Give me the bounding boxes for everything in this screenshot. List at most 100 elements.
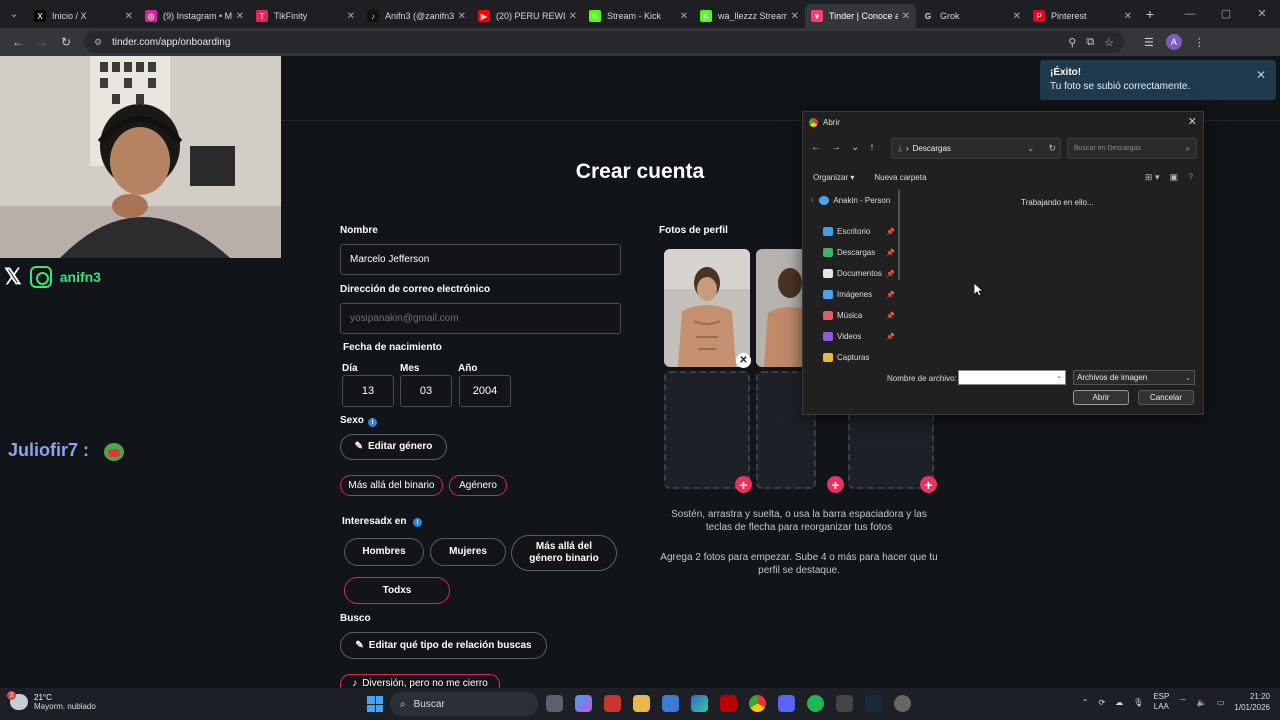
quick-access-item[interactable]: Documentos 📌 <box>807 263 899 284</box>
tab-close-icon[interactable]: ✕ <box>902 11 910 22</box>
gender-tag-nonbinary[interactable]: Más allá del binario <box>340 475 443 496</box>
edit-relationship-button[interactable]: ✎ Editar qué tipo de relación buscas <box>340 632 547 659</box>
quick-access-item[interactable]: Música 📌 <box>807 305 899 326</box>
tab-close-icon[interactable]: ✕ <box>1013 11 1021 22</box>
add-photo-icon[interactable]: + <box>735 476 752 493</box>
weather-widget[interactable]: 3 21°C Mayorm. nublado <box>7 691 96 711</box>
sex-info-icon[interactable]: i <box>368 418 377 427</box>
name-input[interactable]: Marcelo Jefferson <box>340 244 621 275</box>
dialog-close-icon[interactable]: ✕ <box>1188 115 1197 128</box>
dialog-path-bar[interactable]: ⤓ › Descargas ⌄ ↻ <box>891 138 1061 159</box>
menu-kebab-icon[interactable]: ⋮ <box>1194 36 1205 49</box>
dialog-search-input[interactable]: Buscar en Descargas ⌕ <box>1067 138 1197 159</box>
add-photo-icon[interactable]: + <box>827 476 844 493</box>
chrome-taskbar-icon[interactable] <box>749 695 766 712</box>
spotify-icon[interactable] <box>807 695 824 712</box>
preview-pane-icon[interactable]: ▣ <box>1169 172 1178 183</box>
tray-chevron-icon[interactable]: ⌃ <box>1082 698 1089 707</box>
filename-dropdown-icon[interactable]: ⌄ <box>1056 372 1062 380</box>
help-icon[interactable]: ? <box>1188 172 1193 183</box>
browser-tab[interactable]: G Grok ✕ <box>916 4 1027 28</box>
bookmark-star-icon[interactable]: ☆ <box>1104 36 1114 49</box>
settings-icon[interactable] <box>894 695 911 712</box>
tab-close-icon[interactable]: ✕ <box>236 11 244 22</box>
quick-access-item[interactable]: Escritorio 📌 <box>807 221 899 242</box>
language-indicator[interactable]: ESP LAA <box>1153 692 1169 712</box>
app-red-icon[interactable] <box>604 695 621 712</box>
toast-close-icon[interactable]: ✕ <box>1256 68 1266 82</box>
cancel-button[interactable]: Cancelar <box>1138 390 1194 405</box>
profile-avatar[interactable]: A <box>1165 34 1182 50</box>
maximize-icon[interactable]: ▢ <box>1208 0 1244 28</box>
app-gray-icon[interactable] <box>836 695 853 712</box>
browser-tab[interactable]: X Inicio / X ✕ <box>28 4 139 28</box>
taskbar-search[interactable]: ⌕ Buscar <box>390 692 538 716</box>
view-options-icon[interactable]: ⊞ ▾ <box>1145 172 1160 183</box>
interest-info-icon[interactable]: i <box>413 518 422 527</box>
network-icon[interactable]: ⟳ <box>1098 698 1105 707</box>
steam-icon[interactable] <box>865 695 882 712</box>
quick-access-item[interactable]: Descargas 📌 <box>807 242 899 263</box>
cloud-sync-icon[interactable]: ☁ <box>1115 698 1123 707</box>
new-tab-button[interactable]: + <box>1138 6 1162 22</box>
browser-tab[interactable]: ♪ Anifn3 (@zanifn3 ✕ <box>361 4 472 28</box>
reload-icon[interactable]: ↻ <box>54 35 78 49</box>
path-refresh-icon[interactable]: ↻ <box>1048 143 1056 154</box>
month-input[interactable]: 03 <box>400 375 452 407</box>
dialog-back-icon[interactable]: ← <box>811 142 821 153</box>
email-input[interactable]: yosipanakin@gmail.com <box>340 303 621 334</box>
tab-search-icon[interactable]: ⌄ <box>0 0 28 28</box>
open-button[interactable]: Abrir <box>1073 390 1129 405</box>
tab-close-icon[interactable]: ✕ <box>347 11 355 22</box>
gender-tag-agender[interactable]: Agénero <box>449 475 507 496</box>
dialog-forward-icon[interactable]: → <box>831 142 841 153</box>
tab-close-icon[interactable]: ✕ <box>1124 11 1132 22</box>
browser-tab[interactable]: Kwa_llezzz Stream ✕ <box>694 4 805 28</box>
day-input[interactable]: 13 <box>342 375 394 407</box>
photo-slot-4[interactable] <box>664 371 750 489</box>
interest-men[interactable]: Hombres <box>344 538 424 566</box>
file-explorer-icon[interactable] <box>633 695 650 712</box>
battery-icon[interactable]: ▭ <box>1217 698 1225 707</box>
forward-icon[interactable]: → <box>30 35 54 49</box>
interest-everyone[interactable]: Todxs <box>344 577 450 604</box>
tree-root-item[interactable]: › Anakin - Person <box>807 190 899 211</box>
quick-access-item[interactable]: Imágenes 📌 <box>807 284 899 305</box>
browser-tab[interactable]: ▶ (20) PERU REWIN ✕ <box>472 4 583 28</box>
discord-icon[interactable] <box>778 695 795 712</box>
browser-tab[interactable]: P Pinterest ✕ <box>1027 4 1138 28</box>
install-icon[interactable]: ⧉ <box>1086 36 1094 49</box>
path-dropdown-icon[interactable]: ⌄ <box>1027 144 1034 153</box>
tab-close-icon[interactable]: ✕ <box>458 11 466 22</box>
microphone-icon[interactable]: 🎙 <box>1133 698 1143 707</box>
browser-tab[interactable]: ◎ (9) Instagram • M ✕ <box>139 4 250 28</box>
organize-button[interactable]: Organizar ▾ <box>813 173 854 182</box>
clock[interactable]: 21:20 1/01/2026 <box>1234 691 1270 713</box>
edit-gender-button[interactable]: ✎ Editar género <box>340 434 447 460</box>
task-view-icon[interactable] <box>546 695 563 712</box>
dialog-recent-icon[interactable]: ⌄ <box>851 142 859 153</box>
interest-women[interactable]: Mujeres <box>430 538 506 566</box>
store-icon[interactable] <box>662 695 679 712</box>
tab-close-icon[interactable]: ✕ <box>680 11 688 22</box>
dialog-up-icon[interactable]: ↑ <box>869 142 874 153</box>
year-input[interactable]: 2004 <box>459 375 511 407</box>
sidebar-scrollbar[interactable] <box>898 190 900 280</box>
edge-icon[interactable] <box>691 695 708 712</box>
start-button[interactable] <box>367 696 383 712</box>
site-info-icon[interactable]: ⚙ <box>94 37 104 47</box>
interest-nonbinary[interactable]: Más allá del género binario <box>511 535 617 571</box>
browser-tab[interactable]: K Stream - Kick ✕ <box>583 4 694 28</box>
new-folder-button[interactable]: Nueva carpeta <box>874 173 926 182</box>
quick-access-item[interactable]: Capturas <box>807 347 899 362</box>
photo-slot-1[interactable] <box>664 249 750 367</box>
address-bar[interactable]: ⚙ tinder.com/app/onboarding ⚲ ⧉ ☆ <box>84 31 1124 53</box>
volume-icon[interactable]: 🔈 <box>1197 698 1207 707</box>
app-netflix-icon[interactable] <box>720 695 737 712</box>
quick-access-item[interactable]: Videos 📌 <box>807 326 899 347</box>
remove-photo-icon[interactable]: ✕ <box>736 353 751 368</box>
tab-close-icon[interactable]: ✕ <box>791 11 799 22</box>
browser-tab[interactable]: T TikFinity ✕ <box>250 4 361 28</box>
filename-input[interactable]: ⌄ <box>958 370 1066 385</box>
browser-tab[interactable]: ♥ Tinder | Conoce a ✕ <box>805 4 916 28</box>
